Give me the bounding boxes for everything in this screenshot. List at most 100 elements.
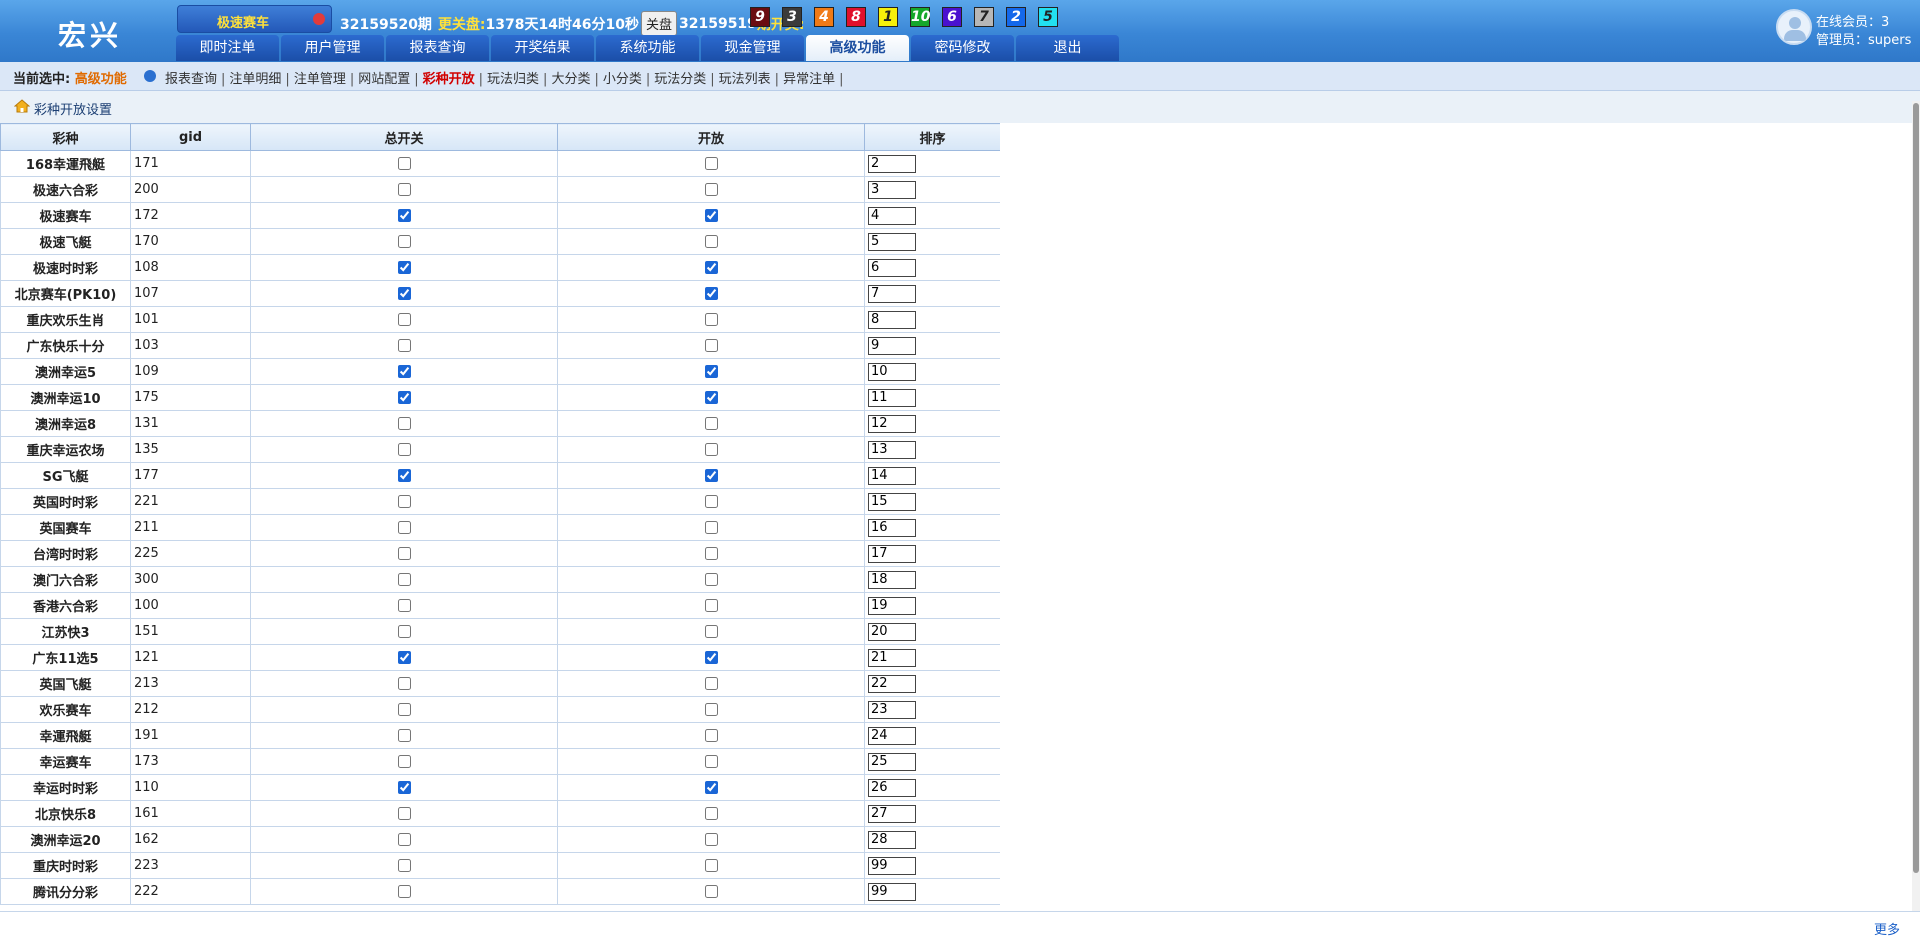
order-input[interactable] (868, 726, 916, 745)
order-input[interactable] (868, 622, 916, 641)
page-scrollbar[interactable] (1912, 101, 1920, 911)
order-input[interactable] (868, 440, 916, 459)
open-checkbox[interactable] (704, 599, 718, 612)
nav-tab[interactable]: 用户管理 (281, 35, 384, 61)
order-input[interactable] (868, 648, 916, 667)
open-checkbox[interactable] (704, 781, 718, 794)
order-input[interactable] (868, 206, 916, 225)
master-switch-checkbox[interactable] (397, 833, 411, 846)
open-checkbox[interactable] (704, 209, 718, 222)
order-input[interactable] (868, 518, 916, 537)
open-checkbox[interactable] (704, 625, 718, 638)
open-checkbox[interactable] (704, 391, 718, 404)
order-input[interactable] (868, 388, 916, 407)
master-switch-checkbox[interactable] (397, 157, 411, 170)
master-switch-checkbox[interactable] (397, 365, 411, 378)
order-input[interactable] (868, 856, 916, 875)
order-input[interactable] (868, 674, 916, 693)
order-input[interactable] (868, 882, 916, 901)
open-checkbox[interactable] (704, 703, 718, 716)
open-checkbox[interactable] (704, 677, 718, 690)
nav-tab[interactable]: 系统功能 (596, 35, 699, 61)
order-input[interactable] (868, 284, 916, 303)
nav-tab[interactable]: 高级功能 (806, 35, 909, 61)
order-input[interactable] (868, 232, 916, 251)
order-input[interactable] (868, 258, 916, 277)
master-switch-checkbox[interactable] (397, 781, 411, 794)
order-input[interactable] (868, 336, 916, 355)
master-switch-checkbox[interactable] (397, 651, 411, 664)
master-switch-checkbox[interactable] (397, 729, 411, 742)
order-input[interactable] (868, 544, 916, 563)
master-switch-checkbox[interactable] (397, 755, 411, 768)
master-switch-checkbox[interactable] (397, 313, 411, 326)
master-switch-checkbox[interactable] (397, 261, 411, 274)
open-checkbox[interactable] (704, 261, 718, 274)
nav-tab[interactable]: 密码修改 (911, 35, 1014, 61)
order-input[interactable] (868, 492, 916, 511)
master-switch-checkbox[interactable] (397, 573, 411, 586)
more-link[interactable]: 更多 (1874, 919, 1900, 938)
master-switch-checkbox[interactable] (397, 469, 411, 482)
open-checkbox[interactable] (704, 729, 718, 742)
sub-nav-link[interactable]: 异常注单 (783, 72, 835, 87)
open-checkbox[interactable] (704, 755, 718, 768)
master-switch-checkbox[interactable] (397, 677, 411, 690)
open-checkbox[interactable] (704, 183, 718, 196)
lottery-select[interactable]: 极速赛车 (177, 5, 332, 33)
close-button[interactable]: 关盘 (640, 11, 677, 36)
nav-tab[interactable]: 开奖结果 (491, 35, 594, 61)
order-input[interactable] (868, 180, 916, 199)
master-switch-checkbox[interactable] (397, 339, 411, 352)
scrollbar-thumb[interactable] (1913, 103, 1919, 873)
open-checkbox[interactable] (704, 313, 718, 326)
master-switch-checkbox[interactable] (397, 807, 411, 820)
open-checkbox[interactable] (704, 521, 718, 534)
open-checkbox[interactable] (704, 859, 718, 872)
open-checkbox[interactable] (704, 235, 718, 248)
order-input[interactable] (868, 596, 916, 615)
order-input[interactable] (868, 778, 916, 797)
order-input[interactable] (868, 752, 916, 771)
open-checkbox[interactable] (704, 573, 718, 586)
nav-tab[interactable]: 报表查询 (386, 35, 489, 61)
sub-nav-link[interactable]: 玩法列表 (719, 72, 771, 87)
sub-nav-link[interactable]: 玩法分类 (654, 72, 706, 87)
master-switch-checkbox[interactable] (397, 495, 411, 508)
open-checkbox[interactable] (704, 339, 718, 352)
open-checkbox[interactable] (704, 157, 718, 170)
open-checkbox[interactable] (704, 885, 718, 898)
open-checkbox[interactable] (704, 365, 718, 378)
master-switch-checkbox[interactable] (397, 183, 411, 196)
sub-nav-link[interactable]: 彩种开放 (423, 72, 475, 87)
master-switch-checkbox[interactable] (397, 391, 411, 404)
sub-nav-link[interactable]: 网站配置 (358, 72, 410, 87)
sub-nav-link[interactable]: 大分类 (551, 72, 590, 87)
master-switch-checkbox[interactable] (397, 417, 411, 430)
master-switch-checkbox[interactable] (397, 703, 411, 716)
master-switch-checkbox[interactable] (397, 521, 411, 534)
nav-tab[interactable]: 现金管理 (701, 35, 804, 61)
open-checkbox[interactable] (704, 417, 718, 430)
open-checkbox[interactable] (704, 495, 718, 508)
master-switch-checkbox[interactable] (397, 599, 411, 612)
open-checkbox[interactable] (704, 443, 718, 456)
open-checkbox[interactable] (704, 833, 718, 846)
master-switch-checkbox[interactable] (397, 443, 411, 456)
sub-nav-link[interactable]: 注单明细 (229, 72, 281, 87)
master-switch-checkbox[interactable] (397, 235, 411, 248)
order-input[interactable] (868, 804, 916, 823)
order-input[interactable] (868, 310, 916, 329)
nav-tab[interactable]: 退出 (1016, 35, 1119, 61)
open-checkbox[interactable] (704, 287, 718, 300)
sub-nav-link[interactable]: 报表查询 (165, 72, 217, 87)
master-switch-checkbox[interactable] (397, 859, 411, 872)
order-input[interactable] (868, 700, 916, 719)
order-input[interactable] (868, 466, 916, 485)
master-switch-checkbox[interactable] (397, 547, 411, 560)
open-checkbox[interactable] (704, 469, 718, 482)
order-input[interactable] (868, 154, 916, 173)
sub-nav-link[interactable]: 玩法归类 (487, 72, 539, 87)
order-input[interactable] (868, 362, 916, 381)
order-input[interactable] (868, 570, 916, 589)
